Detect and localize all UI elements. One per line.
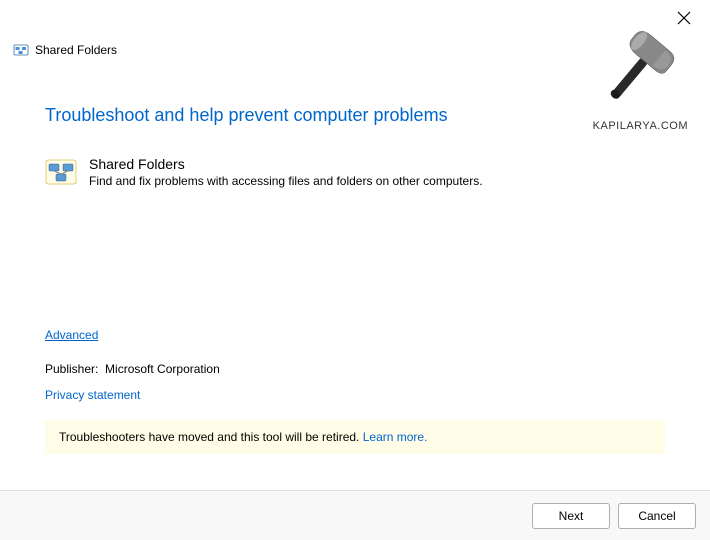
cancel-button[interactable]: Cancel: [618, 503, 696, 529]
button-bar: Next Cancel: [0, 490, 710, 540]
window-title: Shared Folders: [35, 43, 117, 57]
publisher-label: Publisher:: [45, 362, 98, 376]
hammer-icon: [600, 28, 680, 113]
publisher-info: Publisher: Microsoft Corporation: [45, 362, 665, 376]
page-heading: Troubleshoot and help prevent computer p…: [45, 105, 665, 126]
shared-folder-title-icon: [13, 42, 29, 58]
close-button[interactable]: [676, 10, 692, 26]
section-description: Find and fix problems with accessing fil…: [89, 174, 483, 188]
retirement-notice: Troubleshooters have moved and this tool…: [45, 420, 665, 454]
next-button[interactable]: Next: [532, 503, 610, 529]
learn-more-link[interactable]: Learn more.: [363, 430, 428, 444]
title-bar: Shared Folders: [13, 42, 117, 58]
main-content: Troubleshoot and help prevent computer p…: [45, 105, 665, 454]
privacy-statement-link[interactable]: Privacy statement: [45, 388, 140, 402]
section-title: Shared Folders: [89, 156, 483, 172]
shared-folder-icon: [45, 156, 77, 188]
section-text: Shared Folders Find and fix problems wit…: [89, 156, 483, 188]
troubleshooter-section: Shared Folders Find and fix problems wit…: [45, 156, 665, 188]
publisher-value: Microsoft Corporation: [105, 362, 220, 376]
notice-text: Troubleshooters have moved and this tool…: [59, 430, 363, 444]
advanced-link[interactable]: Advanced: [45, 328, 98, 342]
